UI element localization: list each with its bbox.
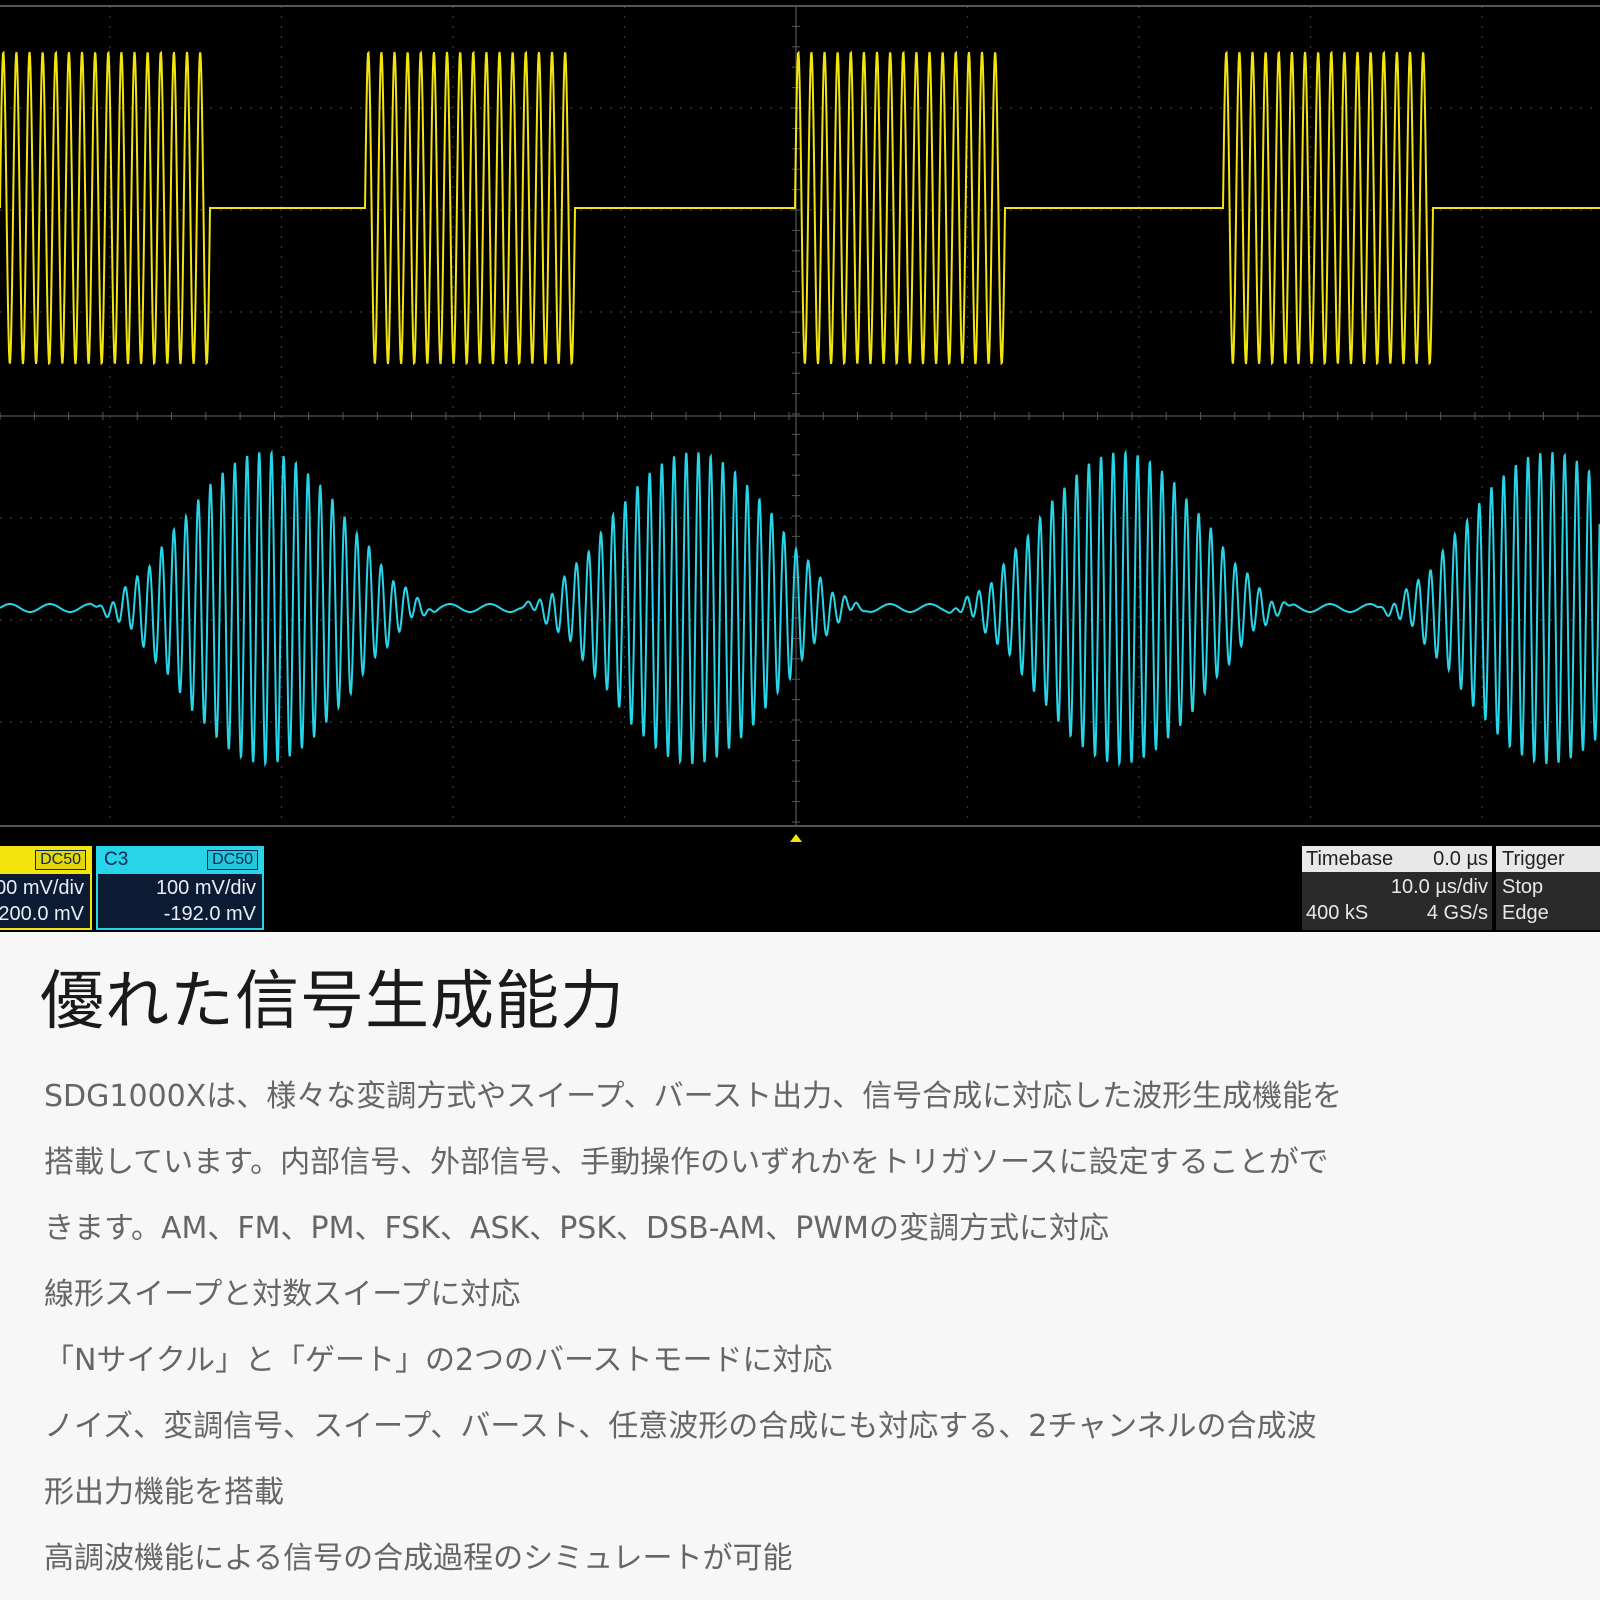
section-title: 優れた信号生成能力 xyxy=(40,965,625,1039)
timebase-label: Timebase xyxy=(1306,848,1394,870)
description-line: SDG1000Xは、様々な変調方式やスイープ、バースト出力、信号合成に対応した波… xyxy=(44,1079,1343,1114)
channel3-trace xyxy=(0,448,1600,768)
trigger-label: Trigger xyxy=(1502,848,1565,870)
channel1-vdiv: 00 mV/div xyxy=(0,877,84,899)
trigger-mode: Stop xyxy=(1502,876,1544,898)
description-line: ノイズ、変調信号、スイープ、バースト、任意波形の合成にも対応する、2チャンネルの… xyxy=(44,1409,1317,1444)
description-line: きます。AM、FM、PM、FSK、ASK、PSK、DSB-AM、PWMの変調方式… xyxy=(44,1211,1109,1246)
channel1-coupling-badge: DC50 xyxy=(35,850,86,870)
channel3-coupling-badge: DC50 xyxy=(207,850,258,870)
channel3-panel[interactable]: C3 DC50 100 mV/div -192.0 mV xyxy=(96,846,264,930)
channel1-offset: 200.0 mV xyxy=(0,903,84,925)
oscilloscope-display xyxy=(0,5,1600,842)
channel1-panel[interactable]: DC50 00 mV/div 200.0 mV xyxy=(0,846,92,930)
channel1-trace xyxy=(0,50,1600,366)
description-line: 搭載しています。内部信号、外部信号、手動操作のいずれかをトリガソースに設定するこ… xyxy=(44,1145,1329,1180)
timebase-sample-rate: 4 GS/s xyxy=(1426,902,1488,924)
oscilloscope-screen: DC50 00 mV/div 200.0 mV C3 DC50 100 mV/d… xyxy=(0,0,1600,932)
trigger-header: Trigger xyxy=(1496,846,1600,872)
trigger-position-marker xyxy=(790,834,802,842)
channel3-offset: -192.0 mV xyxy=(163,903,256,925)
description-body: SDG1000Xは、様々な変調方式やスイープ、バースト出力、信号合成に対応した波… xyxy=(44,1064,1564,1592)
channel3-vdiv: 100 mV/div xyxy=(155,877,256,899)
trigger-panel[interactable]: Trigger Stop Edge xyxy=(1496,846,1600,930)
channel3-waveform xyxy=(0,448,1600,768)
channel1-header: DC50 xyxy=(0,848,90,874)
description-line: 高調波機能による信号の合成過程のシミュレートが可能 xyxy=(44,1541,793,1576)
channel3-header: C3 DC50 xyxy=(98,848,262,874)
description-line: 線形スイープと対数スイープに対応 xyxy=(44,1277,521,1312)
timebase-header: Timebase 0.0 µs xyxy=(1302,846,1492,872)
timebase-delay: 0.0 µs xyxy=(1433,848,1488,870)
timebase-panel[interactable]: Timebase 0.0 µs 10.0 µs/div 400 kS 4 GS/… xyxy=(1302,846,1492,930)
feature-description: 優れた信号生成能力 SDG1000Xは、様々な変調方式やスイープ、バースト出力、… xyxy=(0,932,1600,1600)
channel3-name: C3 xyxy=(104,849,129,870)
timebase-points: 400 kS xyxy=(1306,902,1369,924)
channel1-waveform xyxy=(0,50,1600,366)
description-line: 「Nサイクル」と「ゲート」の2つのバーストモードに対応 xyxy=(44,1343,833,1378)
description-line: 形出力機能を搭載 xyxy=(44,1475,284,1510)
trigger-type: Edge xyxy=(1502,902,1549,924)
timebase-scale: 10.0 µs/div xyxy=(1390,876,1488,898)
